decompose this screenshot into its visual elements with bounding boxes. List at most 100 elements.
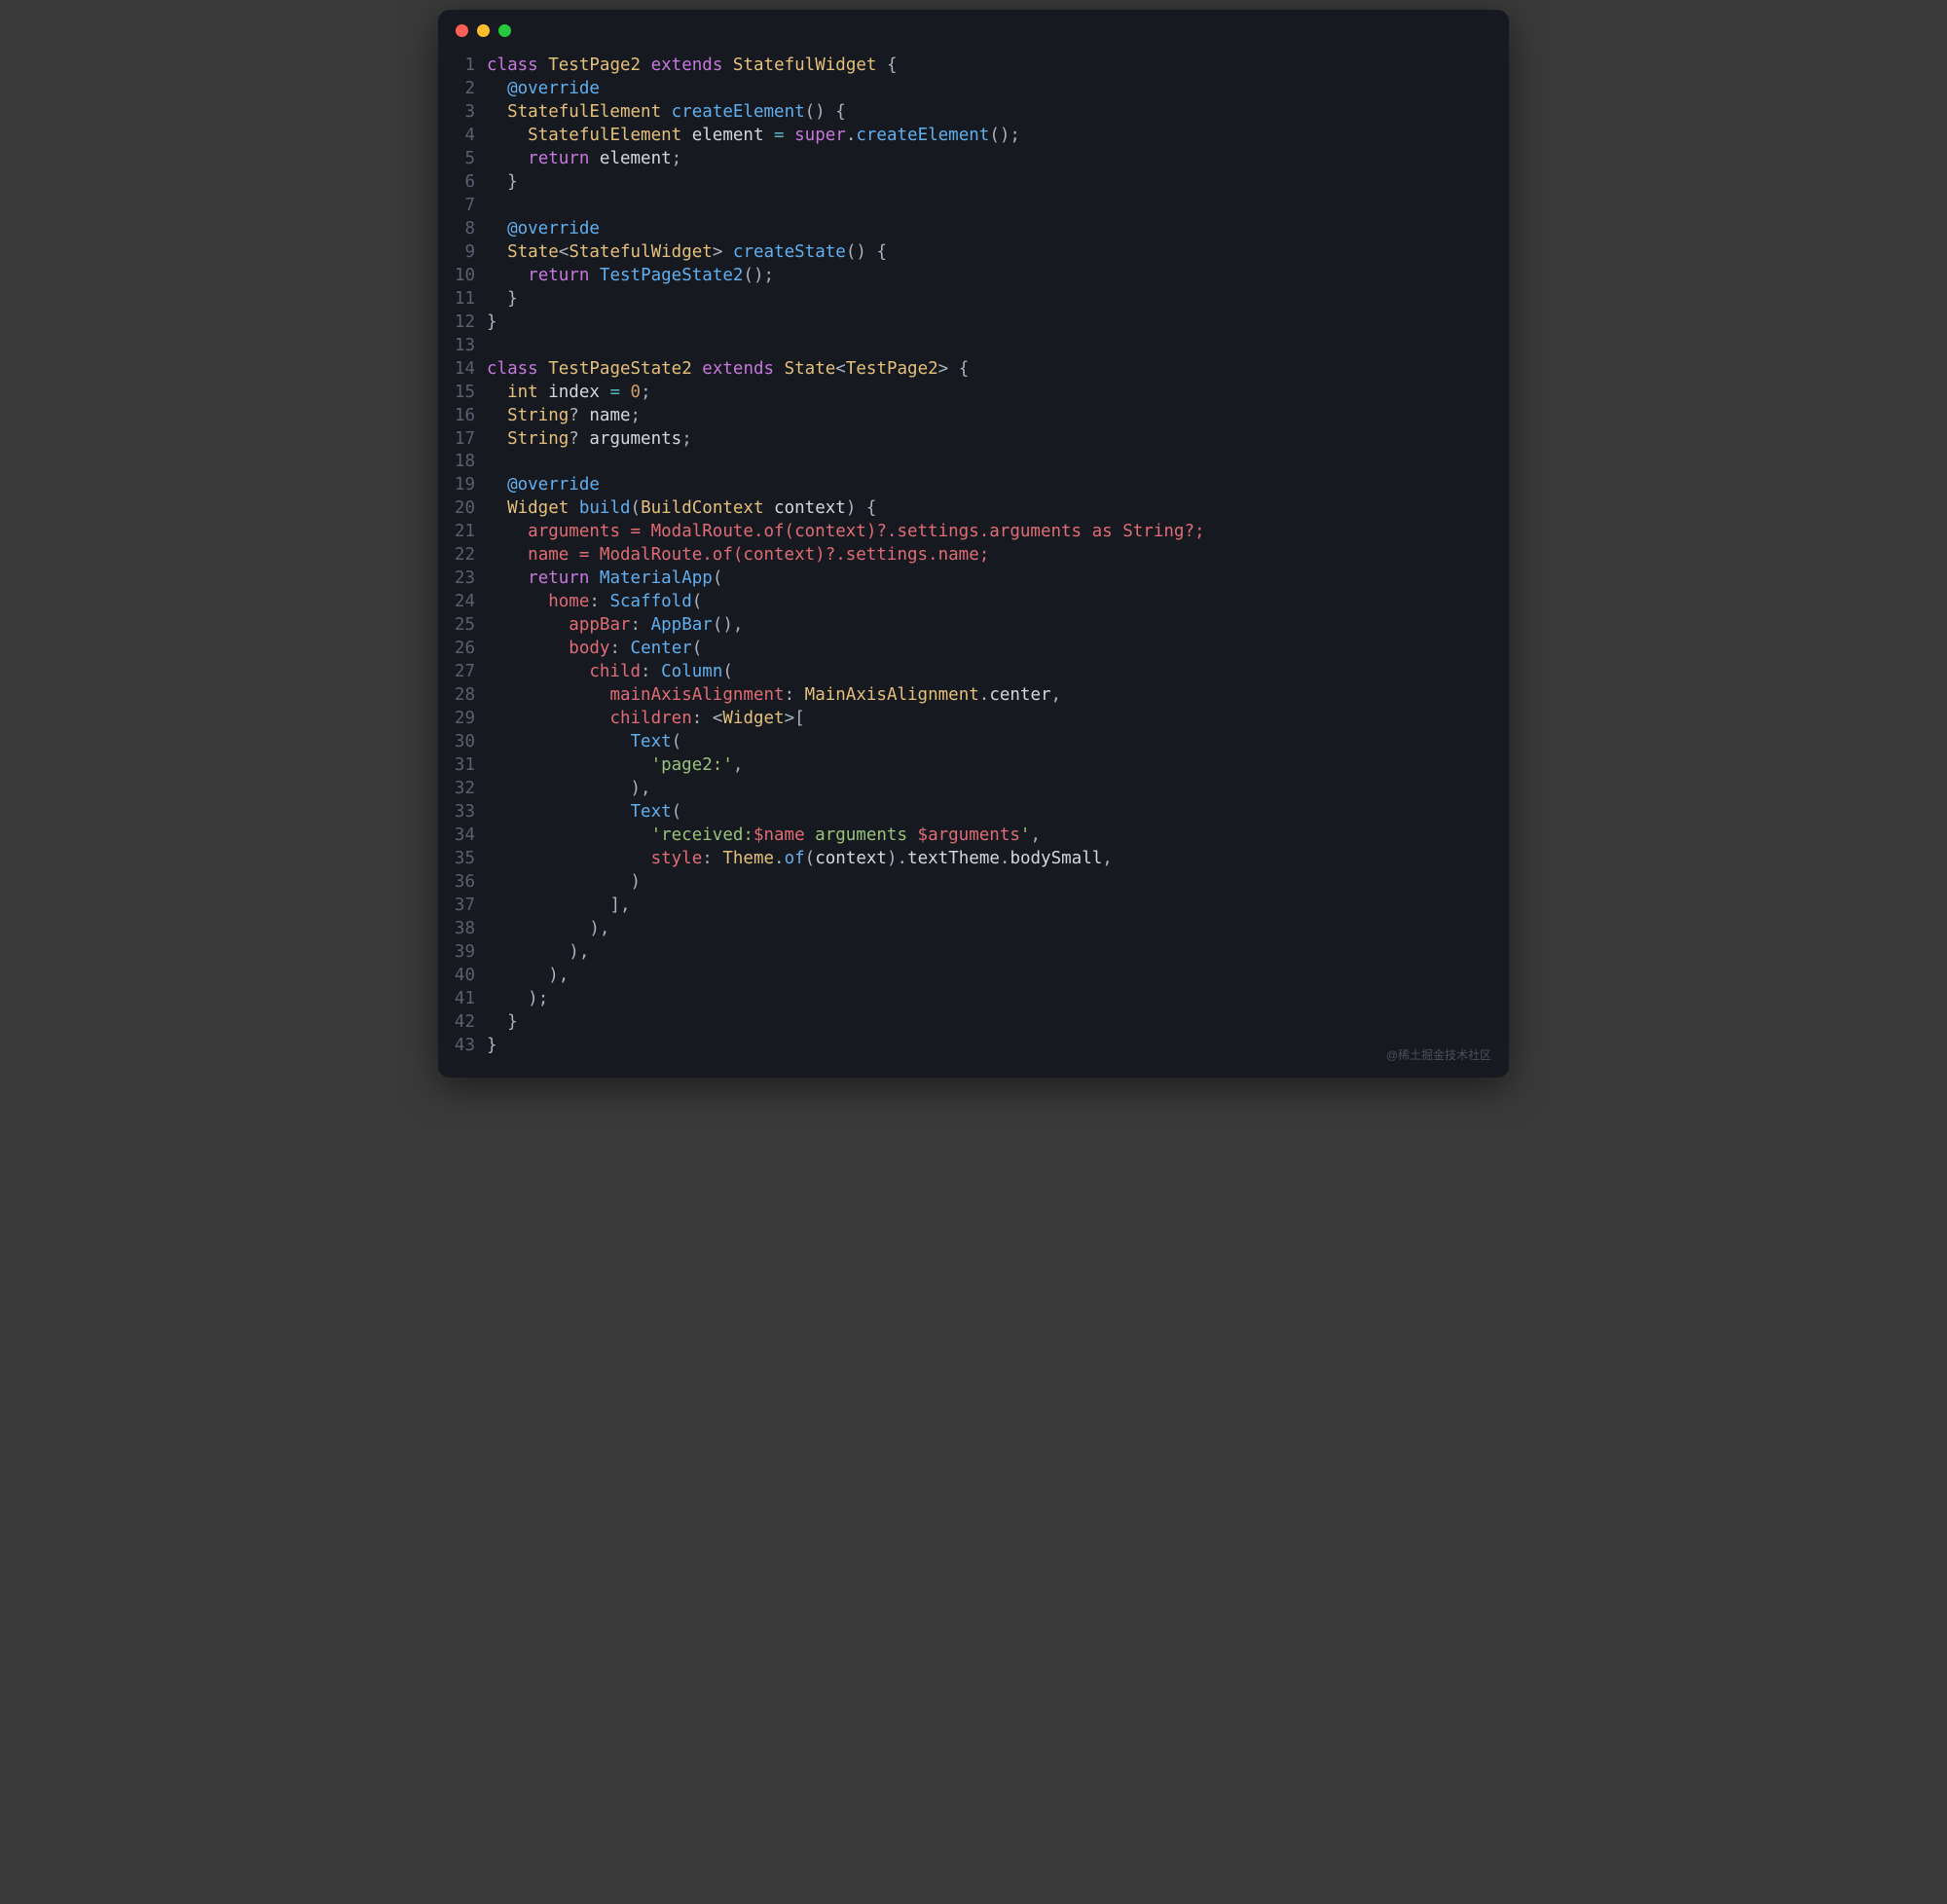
code-content: return MaterialApp( — [487, 568, 1509, 591]
code-content: String? arguments; — [487, 428, 1509, 452]
line-number: 37 — [438, 895, 487, 918]
code-line[interactable]: 4 StatefulElement element = super.create… — [438, 125, 1509, 148]
code-line[interactable]: 25 appBar: AppBar(), — [438, 614, 1509, 638]
code-line[interactable]: 40 ), — [438, 965, 1509, 988]
code-line[interactable]: 8 @override — [438, 218, 1509, 241]
line-number: 7 — [438, 195, 487, 218]
code-line[interactable]: 28 mainAxisAlignment: MainAxisAlignment.… — [438, 684, 1509, 708]
code-line[interactable]: 21 arguments = ModalRoute.of(context)?.s… — [438, 521, 1509, 544]
line-number: 40 — [438, 965, 487, 988]
watermark-label: @稀土掘金技术社区 — [1386, 1047, 1491, 1063]
code-line[interactable]: 19 @override — [438, 474, 1509, 497]
code-line[interactable]: 33 Text( — [438, 801, 1509, 824]
code-line[interactable]: 2 @override — [438, 78, 1509, 101]
code-content — [487, 195, 1509, 218]
code-line[interactable]: 1class TestPage2 extends StatefulWidget … — [438, 55, 1509, 78]
code-content: State<StatefulWidget> createState() { — [487, 241, 1509, 265]
code-line[interactable]: 26 body: Center( — [438, 638, 1509, 661]
code-line[interactable]: 20 Widget build(BuildContext context) { — [438, 497, 1509, 521]
code-line[interactable]: 34 'received:$name arguments $arguments'… — [438, 824, 1509, 848]
code-line[interactable]: 27 child: Column( — [438, 661, 1509, 684]
line-number: 3 — [438, 101, 487, 125]
line-number: 14 — [438, 358, 487, 382]
minimize-icon[interactable] — [477, 24, 490, 37]
code-line[interactable]: 3 StatefulElement createElement() { — [438, 101, 1509, 125]
code-content: child: Column( — [487, 661, 1509, 684]
code-line[interactable]: 16 String? name; — [438, 405, 1509, 428]
line-number: 1 — [438, 55, 487, 78]
line-number: 16 — [438, 405, 487, 428]
code-line[interactable]: 14class TestPageState2 extends State<Tes… — [438, 358, 1509, 382]
line-number: 17 — [438, 428, 487, 452]
line-number: 36 — [438, 871, 487, 895]
line-number: 10 — [438, 265, 487, 288]
close-icon[interactable] — [456, 24, 468, 37]
code-line[interactable]: 6 } — [438, 171, 1509, 195]
code-line[interactable]: 41 ); — [438, 988, 1509, 1011]
line-number: 26 — [438, 638, 487, 661]
code-content: class TestPageState2 extends State<TestP… — [487, 358, 1509, 382]
code-line[interactable]: 43} — [438, 1035, 1509, 1058]
code-content: ); — [487, 988, 1509, 1011]
code-content: 'page2:', — [487, 754, 1509, 778]
code-line[interactable]: 5 return element; — [438, 148, 1509, 171]
line-number: 21 — [438, 521, 487, 544]
code-content: body: Center( — [487, 638, 1509, 661]
code-line[interactable]: 36 ) — [438, 871, 1509, 895]
line-number: 6 — [438, 171, 487, 195]
code-line[interactable]: 30 Text( — [438, 731, 1509, 754]
code-line[interactable]: 22 name = ModalRoute.of(context)?.settin… — [438, 544, 1509, 568]
code-line[interactable]: 11 } — [438, 288, 1509, 311]
code-line[interactable]: 24 home: Scaffold( — [438, 591, 1509, 614]
code-content: Text( — [487, 731, 1509, 754]
line-number: 8 — [438, 218, 487, 241]
code-line[interactable]: 35 style: Theme.of(context).textTheme.bo… — [438, 848, 1509, 871]
line-number: 15 — [438, 382, 487, 405]
line-number: 23 — [438, 568, 487, 591]
code-content — [487, 451, 1509, 474]
code-content: } — [487, 311, 1509, 335]
code-line[interactable]: 9 State<StatefulWidget> createState() { — [438, 241, 1509, 265]
code-line[interactable]: 10 return TestPageState2(); — [438, 265, 1509, 288]
code-editor[interactable]: 1class TestPage2 extends StatefulWidget … — [438, 51, 1509, 1078]
code-content: home: Scaffold( — [487, 591, 1509, 614]
code-content: Widget build(BuildContext context) { — [487, 497, 1509, 521]
code-content: ], — [487, 895, 1509, 918]
maximize-icon[interactable] — [498, 24, 511, 37]
line-number: 12 — [438, 311, 487, 335]
code-content: StatefulElement element = super.createEl… — [487, 125, 1509, 148]
code-window: 1class TestPage2 extends StatefulWidget … — [438, 10, 1509, 1078]
line-number: 29 — [438, 708, 487, 731]
code-line[interactable]: 15 int index = 0; — [438, 382, 1509, 405]
line-number: 20 — [438, 497, 487, 521]
code-line[interactable]: 39 ), — [438, 941, 1509, 965]
code-line[interactable]: 18 — [438, 451, 1509, 474]
code-line[interactable]: 23 return MaterialApp( — [438, 568, 1509, 591]
code-line[interactable]: 12} — [438, 311, 1509, 335]
line-number: 33 — [438, 801, 487, 824]
code-content: children: <Widget>[ — [487, 708, 1509, 731]
code-content: } — [487, 288, 1509, 311]
line-number: 39 — [438, 941, 487, 965]
line-number: 43 — [438, 1035, 487, 1058]
code-line[interactable]: 38 ), — [438, 918, 1509, 941]
line-number: 31 — [438, 754, 487, 778]
code-line[interactable]: 13 — [438, 335, 1509, 358]
code-content: ), — [487, 941, 1509, 965]
code-content: @override — [487, 474, 1509, 497]
code-line[interactable]: 29 children: <Widget>[ — [438, 708, 1509, 731]
line-number: 30 — [438, 731, 487, 754]
code-line[interactable]: 7 — [438, 195, 1509, 218]
line-number: 32 — [438, 778, 487, 801]
code-line[interactable]: 37 ], — [438, 895, 1509, 918]
code-line[interactable]: 42 } — [438, 1011, 1509, 1035]
line-number: 24 — [438, 591, 487, 614]
code-content: return element; — [487, 148, 1509, 171]
line-number: 42 — [438, 1011, 487, 1035]
code-content: appBar: AppBar(), — [487, 614, 1509, 638]
code-line[interactable]: 17 String? arguments; — [438, 428, 1509, 452]
code-line[interactable]: 31 'page2:', — [438, 754, 1509, 778]
code-content: mainAxisAlignment: MainAxisAlignment.cen… — [487, 684, 1509, 708]
code-line[interactable]: 32 ), — [438, 778, 1509, 801]
code-content — [487, 335, 1509, 358]
